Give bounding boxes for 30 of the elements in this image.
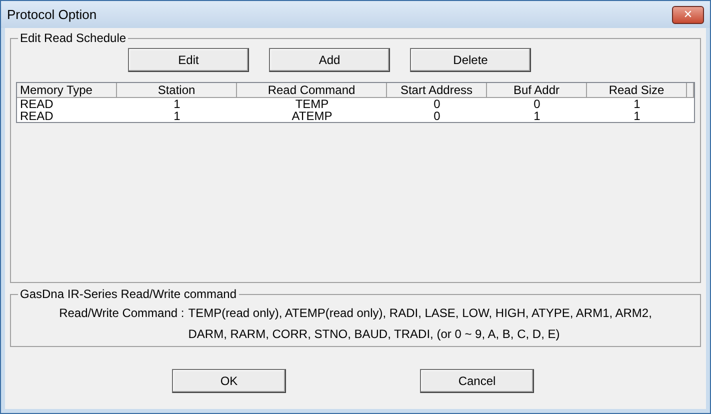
table-cell-text: 0 bbox=[432, 98, 442, 110]
toolbar-button[interactable]: Add bbox=[269, 48, 390, 72]
window-title: Protocol Option bbox=[7, 7, 97, 22]
table-cell-text: TEMP bbox=[294, 98, 330, 110]
group-title: Edit Read Schedule bbox=[19, 31, 128, 45]
group-title: GasDna IR-Series Read/Write command bbox=[19, 287, 238, 301]
table-cell-text: 1 bbox=[172, 110, 182, 122]
toolbar-button[interactable]: Edit bbox=[128, 48, 249, 72]
dialog-button[interactable]: OK bbox=[172, 369, 286, 393]
table-cell-text: 0 bbox=[432, 110, 442, 122]
dialog-button[interactable]: Cancel bbox=[420, 369, 534, 393]
table-cell-text: 1 bbox=[172, 98, 182, 110]
table-cell-text: READ bbox=[19, 110, 54, 122]
table-cell-text: READ bbox=[19, 98, 54, 110]
command-text: DARM, RARM, CORR, STNO, BAUD, TRADI, (or 0 ~ 9, A, B, C, D, E) bbox=[188, 326, 561, 343]
command-text: TEMP(read only), ATEMP(read only), RADI, LASE, LOW, HIGH, ATYPE, ARM1, ARM2, bbox=[188, 305, 652, 322]
column-header[interactable]: Buf Addr bbox=[487, 83, 587, 98]
column-header-filler bbox=[687, 83, 694, 98]
table-cell-text: ATEMP bbox=[290, 110, 334, 122]
toolbar-button[interactable]: Delete bbox=[410, 48, 531, 72]
column-header[interactable]: Memory Type bbox=[17, 83, 117, 98]
table-cell-text: 0 bbox=[532, 98, 542, 110]
column-header[interactable]: Start Address bbox=[387, 83, 487, 98]
column-header[interactable]: Station bbox=[117, 83, 237, 98]
command-label: Read/Write Command : bbox=[59, 305, 184, 322]
table-cell-text: 1 bbox=[632, 98, 642, 110]
column-header[interactable]: Read Command bbox=[237, 83, 387, 98]
table-cell-text: 1 bbox=[632, 110, 642, 122]
column-header[interactable]: Read Size bbox=[587, 83, 687, 98]
table-cell-text: 1 bbox=[532, 110, 542, 122]
